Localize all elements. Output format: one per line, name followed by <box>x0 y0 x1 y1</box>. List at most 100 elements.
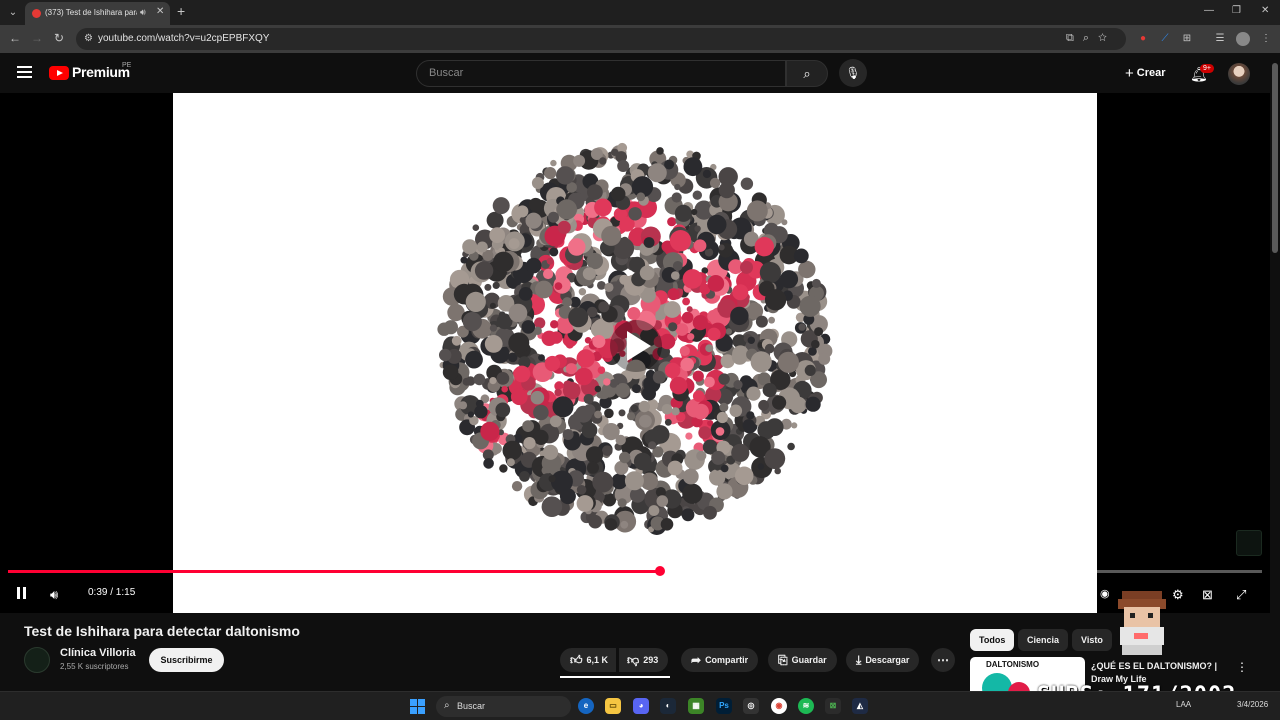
extensions-puzzle-icon[interactable]: ⊞ <box>1180 32 1194 46</box>
download-label: Descargar <box>865 655 910 665</box>
photoshop-icon[interactable]: Ps <box>716 698 732 714</box>
plate-dot <box>704 376 715 388</box>
minecraft-icon[interactable]: ▦ <box>688 698 704 714</box>
miniplayer-icon[interactable]: ⊠ <box>1202 587 1213 603</box>
page-scrollbar[interactable] <box>1270 53 1280 691</box>
more-actions-button[interactable]: ⋯ <box>931 648 955 672</box>
discord-icon[interactable]: ◕ <box>633 698 649 714</box>
plate-dot <box>707 275 725 292</box>
plate-dot <box>681 311 694 324</box>
channel-avatar[interactable] <box>24 647 50 673</box>
speaker-icon[interactable]: 🔊︎ <box>140 7 146 18</box>
channel-watermark[interactable] <box>1236 530 1262 556</box>
plate-dot <box>611 148 619 156</box>
chrome-icon[interactable]: ◉ <box>771 698 787 714</box>
steam-icon[interactable]: ◐ <box>660 698 676 714</box>
plate-dot <box>523 437 536 450</box>
chip-ciencia[interactable]: Ciencia <box>1018 629 1069 651</box>
hamburger-menu-icon[interactable] <box>17 66 32 78</box>
extension-blue-icon[interactable]: ⟋ <box>1158 32 1172 46</box>
plate-dot <box>711 450 726 465</box>
subscribe-button[interactable]: Suscribirme <box>149 648 224 672</box>
edge-icon[interactable]: e <box>578 698 594 714</box>
plate-dot <box>648 441 657 450</box>
plate-dot <box>556 166 575 185</box>
plate-dot <box>534 317 546 329</box>
plate-dot <box>682 468 699 485</box>
video-player[interactable]: 🔊︎ 0:39 / 1:15 ◉ ⚙ ⊠ ⤢ <box>0 93 1270 613</box>
dislike-button[interactable]: 👎︎ 293 <box>619 648 669 672</box>
extension-red-icon[interactable]: ● <box>1136 32 1150 46</box>
fullscreen-icon[interactable]: ⤢ <box>1236 587 1246 603</box>
share-button[interactable]: ➦ Compartir <box>681 648 759 672</box>
browser-menu-icon[interactable]: ⋮ <box>1259 32 1273 46</box>
plate-dot <box>624 471 644 491</box>
windows-start-icon[interactable] <box>410 699 425 714</box>
plate-dot <box>588 514 602 529</box>
like-button[interactable]: 👍︎ 6,1 K <box>560 648 617 672</box>
plate-dot <box>671 407 680 416</box>
plate-dot <box>601 225 622 246</box>
plate-dot <box>663 301 681 318</box>
reload-icon[interactable]: ↻ <box>54 31 64 45</box>
search-button[interactable]: ⌕ <box>786 60 828 87</box>
plate-dot <box>639 265 655 281</box>
chip-todos[interactable]: Todos <box>970 629 1015 651</box>
plate-dot <box>719 402 729 412</box>
plate-dot <box>758 399 769 411</box>
back-icon[interactable]: ← <box>9 31 21 45</box>
notification-badge: 9+ <box>1200 64 1214 73</box>
plate-dot <box>779 270 799 289</box>
obs-icon[interactable]: ◎ <box>743 698 759 714</box>
youtube-logo-icon[interactable] <box>49 66 69 80</box>
scrollbar-thumb[interactable] <box>1272 63 1278 253</box>
chip-visto[interactable]: Visto <box>1072 629 1112 651</box>
plate-dot <box>499 464 508 473</box>
maximize-icon[interactable]: ❐ <box>1232 5 1241 16</box>
profile-avatar-icon[interactable] <box>1236 32 1250 46</box>
plate-dot <box>703 505 717 520</box>
plate-dot <box>633 452 652 471</box>
address-actions[interactable]: ⧉⌕☆ <box>1066 32 1116 45</box>
new-tab-icon[interactable]: + <box>177 4 185 18</box>
plate-dot <box>620 520 629 529</box>
channel-name[interactable]: Clínica Villoria <box>60 647 136 659</box>
save-button[interactable]: ⎘ Guardar <box>768 648 837 672</box>
plate-dot <box>804 364 816 376</box>
recommendation-more-icon[interactable]: ⋮ <box>1236 660 1248 674</box>
play-overlay-button[interactable] <box>610 320 662 372</box>
account-avatar[interactable] <box>1228 63 1250 85</box>
plate-dot <box>718 373 730 385</box>
steam-app-icon[interactable]: ◭ <box>852 698 868 714</box>
browser-tab-strip: ⌄ (373) Test de Ishihara para dete 🔊︎ ✕ … <box>0 0 1280 25</box>
spotify-icon[interactable]: ≋ <box>798 698 814 714</box>
minimize-icon[interactable]: — <box>1204 5 1214 16</box>
forward-icon[interactable]: → <box>31 31 43 45</box>
tab-search-icon[interactable]: ⌄ <box>4 4 22 21</box>
create-button[interactable]: + Crear <box>1125 65 1166 82</box>
share-label: Compartir <box>705 655 749 665</box>
plate-dot <box>715 427 725 436</box>
download-button[interactable]: ⤓ Descargar <box>846 648 920 672</box>
tab-search-icon[interactable]: ☰ <box>1213 32 1227 46</box>
voice-search-button[interactable]: 🎙︎ <box>839 59 867 87</box>
pause-icon[interactable] <box>17 587 27 599</box>
file-explorer-icon[interactable]: ▭ <box>605 698 621 714</box>
progress-bar[interactable] <box>8 566 1262 576</box>
taskbar-date[interactable]: 3/4/2026 <box>1237 700 1268 709</box>
taskbar-search[interactable]: ⌕ Buscar <box>436 696 571 717</box>
site-info-icon[interactable]: ⚙ <box>84 33 93 44</box>
plate-dot <box>740 260 753 274</box>
plate-dot <box>777 351 799 373</box>
browser-tab[interactable]: (373) Test de Ishihara para dete 🔊︎ ✕ <box>25 2 170 25</box>
streamer-avatar-sprite <box>1118 591 1166 655</box>
volume-icon[interactable]: 🔊︎ <box>50 587 58 603</box>
plate-dot <box>669 230 692 252</box>
window-close-icon[interactable]: ✕ <box>1261 5 1269 16</box>
close-icon[interactable]: ✕ <box>156 6 164 17</box>
keyboard-language[interactable]: LAA <box>1176 700 1191 709</box>
search-input[interactable] <box>429 67 769 79</box>
address-bar[interactable]: ⚙ youtube.com/watch?v=u2cpEPBFXQY ⧉⌕☆ <box>76 28 1126 50</box>
excel-icon[interactable]: ⊠ <box>825 698 841 714</box>
like-count: 6,1 K <box>586 655 609 665</box>
